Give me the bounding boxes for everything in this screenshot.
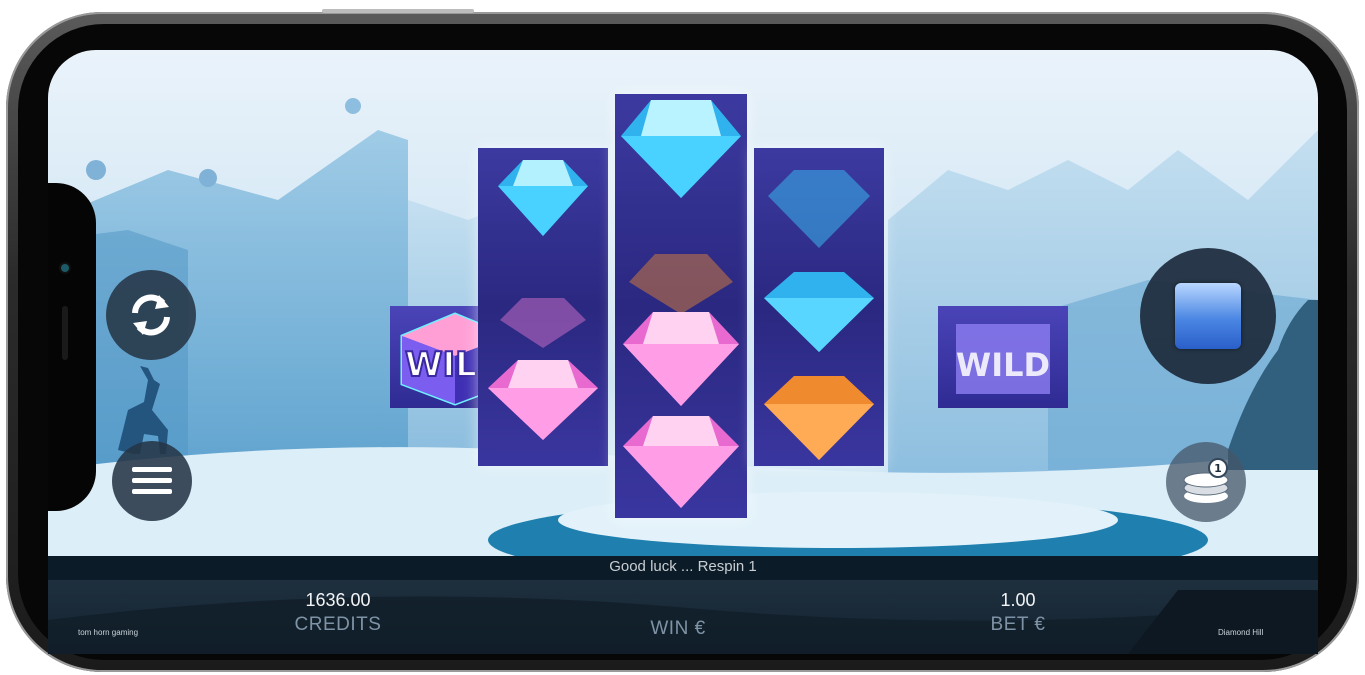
reel-5: WILD [938,306,1068,408]
message-bar: Good luck ... Respin 1 [48,556,1318,580]
reel-3-symbols [621,100,741,508]
phone-side-button [322,9,474,13]
orange-diamond-faded-symbol [629,254,733,314]
pink-diamond-symbol [623,312,739,406]
info-bar: tom horn gaming 1636.00 CREDITS WIN € 1.… [48,580,1318,654]
blue-diamond-symbol [498,160,588,236]
reel-3 [615,94,747,518]
speaker [62,306,68,360]
refresh-icon [132,294,170,336]
credits-label: CREDITS [294,614,382,635]
camera [61,264,69,272]
bet-badge: 1 [1214,462,1222,475]
pink-diamond-symbol-2 [623,416,739,508]
orange-diamond-symbol [764,376,874,460]
blue-diamond-faded-symbol [768,170,870,248]
wild-blurred-symbol: WILD [956,324,1050,394]
menu-button[interactable] [112,441,192,521]
autoplay-button[interactable] [106,270,196,360]
blue-diamond-symbol [764,272,874,352]
info-bar-decoration [48,590,1318,654]
stop-square-icon [1175,283,1241,349]
game-title: Diamond Hill [1218,628,1264,637]
reel-4-symbols [764,170,874,460]
bet-label: BET € [990,614,1046,635]
pink-diamond-faded-symbol [500,298,586,348]
status-message: Good luck ... Respin 1 [609,558,757,575]
phone-notch [48,183,96,511]
pink-diamond-symbol [488,360,598,440]
hamburger-menu-icon [132,467,172,494]
blue-diamond-symbol [621,100,741,198]
spin-stop-button[interactable] [1140,248,1276,384]
reel-2 [478,148,608,466]
reel-2-symbols [488,160,598,440]
bet-value: 1.00 [1000,590,1036,610]
win-label: WIN € [650,618,706,639]
provider-logo: tom horn gaming [78,628,139,637]
coin-stack-icon: 1 [1183,458,1229,503]
wild-label-2: WILD [956,346,1050,384]
credits-value: 1636.00 [305,590,371,610]
bet-button[interactable]: 1 [1166,442,1246,522]
reel-4 [754,148,884,466]
